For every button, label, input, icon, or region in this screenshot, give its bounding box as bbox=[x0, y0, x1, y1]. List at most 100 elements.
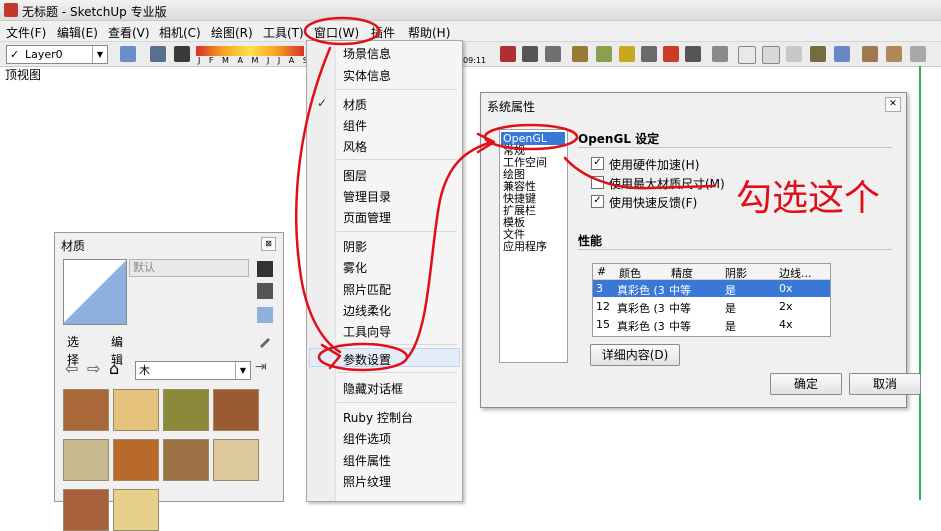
material-swatch[interactable] bbox=[163, 389, 209, 431]
text-icon[interactable] bbox=[641, 46, 657, 62]
material-swatch[interactable] bbox=[113, 489, 159, 531]
menu-item-ruby-console[interactable]: Ruby 控制台 bbox=[343, 409, 413, 426]
material-name-field[interactable]: 默认 bbox=[129, 259, 249, 277]
material-swatch[interactable] bbox=[113, 439, 159, 481]
iso-view-icon[interactable] bbox=[862, 46, 878, 62]
back-arrow-icon[interactable]: ⇦ bbox=[65, 359, 78, 378]
shadow-month-slider[interactable] bbox=[196, 46, 304, 56]
menu-view[interactable]: 查看(V) bbox=[108, 24, 150, 41]
menu-item-hide-dialogs[interactable]: 隐藏对话框 bbox=[343, 380, 403, 397]
shadow-toggle-icon[interactable] bbox=[150, 46, 166, 62]
monochrome-icon[interactable] bbox=[834, 46, 850, 62]
footprints-icon[interactable] bbox=[522, 46, 538, 62]
material-swatch[interactable] bbox=[113, 389, 159, 431]
menu-item-photo-textures[interactable]: 照片纹理 bbox=[343, 473, 391, 490]
menu-item-fog[interactable]: 雾化 bbox=[343, 259, 367, 276]
material-swatch[interactable] bbox=[63, 389, 109, 431]
default-color-icon[interactable] bbox=[257, 307, 273, 323]
measure-icon[interactable] bbox=[596, 46, 612, 62]
cell-color: 真彩色 (3 bbox=[617, 320, 665, 333]
xray-icon[interactable] bbox=[712, 46, 728, 62]
toolbar: ✓ Layer0 ▼ J F M A M J J A S O N D 09:11 bbox=[0, 42, 941, 67]
details-menu-icon[interactable]: ⇥ bbox=[255, 359, 267, 375]
menu-edit[interactable]: 编辑(E) bbox=[57, 24, 98, 41]
max-texture-size-checkbox[interactable] bbox=[591, 176, 604, 189]
menu-item-match-photo[interactable]: 照片匹配 bbox=[343, 281, 391, 298]
wireframe-icon[interactable] bbox=[738, 46, 756, 64]
layer-select[interactable]: ✓ Layer0 ▼ bbox=[6, 45, 108, 64]
table-row[interactable]: 12 真彩色 (3 中等 是 2x bbox=[593, 298, 830, 315]
top-view-icon[interactable] bbox=[886, 46, 902, 62]
menu-item-layers[interactable]: 图层 bbox=[343, 167, 367, 184]
textured-icon[interactable] bbox=[810, 46, 826, 62]
material-swatch[interactable] bbox=[213, 389, 259, 431]
create-material-icon[interactable] bbox=[257, 261, 273, 277]
close-icon[interactable]: ✕ bbox=[885, 97, 901, 112]
green-axis-line bbox=[919, 66, 921, 500]
menu-item-model-info[interactable]: 场景信息 bbox=[343, 45, 391, 62]
hidden-line-icon[interactable] bbox=[762, 46, 780, 64]
menu-item-preferences[interactable]: 参数设置 bbox=[343, 351, 391, 368]
material-swatch[interactable] bbox=[163, 439, 209, 481]
dimension-icon[interactable] bbox=[685, 46, 701, 62]
menu-draw[interactable]: 绘图(R) bbox=[211, 24, 253, 41]
nav-item-applications[interactable]: 应用程序 bbox=[503, 241, 547, 253]
col-header-num[interactable]: # bbox=[597, 265, 606, 278]
material-swatch[interactable] bbox=[213, 439, 259, 481]
menu-item-styles[interactable]: 风格 bbox=[343, 138, 367, 155]
col-header-shadow[interactable]: 阴影 bbox=[725, 265, 747, 281]
details-button[interactable]: 详细内容(D) bbox=[590, 344, 680, 366]
walk-icon[interactable] bbox=[500, 46, 516, 62]
menu-window[interactable]: 窗口(W) bbox=[314, 24, 359, 41]
chevron-down-icon[interactable]: ▼ bbox=[235, 362, 250, 379]
material-swatch[interactable] bbox=[63, 489, 109, 531]
table-row[interactable]: 15 真彩色 (3 中等 是 4x bbox=[593, 316, 830, 333]
fast-feedback-label: 使用快速反馈(F) bbox=[609, 196, 698, 210]
menu-item-components[interactable]: 组件 bbox=[343, 117, 367, 134]
fog-icon[interactable] bbox=[174, 46, 190, 62]
look-around-icon[interactable] bbox=[545, 46, 561, 62]
table-row[interactable]: 3 真彩色 (3 中等 是 0x bbox=[593, 280, 830, 297]
ok-button[interactable]: 确定 bbox=[770, 373, 842, 395]
menu-item-instructor[interactable]: 工具向导 bbox=[343, 323, 391, 340]
menu-item-component-attributes[interactable]: 组件属性 bbox=[343, 452, 391, 469]
sample-paint-icon[interactable] bbox=[257, 333, 273, 349]
menu-item-soften-edges[interactable]: 边线柔化 bbox=[343, 302, 391, 319]
tab-select[interactable]: 选择 bbox=[67, 333, 79, 367]
menu-help[interactable]: 帮助(H) bbox=[408, 24, 450, 41]
menu-item-entity-info[interactable]: 实体信息 bbox=[343, 67, 391, 84]
section-plane-icon[interactable] bbox=[572, 46, 588, 62]
close-icon[interactable]: ⊠ bbox=[261, 237, 276, 251]
fast-feedback-checkbox[interactable]: ✓ bbox=[591, 195, 604, 208]
tab-edit[interactable]: 编辑 bbox=[111, 333, 123, 367]
col-header-edge[interactable]: 边线... bbox=[779, 265, 812, 281]
menu-plugins[interactable]: 插件 bbox=[371, 24, 395, 41]
forward-arrow-icon[interactable]: ⇨ bbox=[87, 359, 100, 378]
menu-item-outliner[interactable]: 管理目录 bbox=[343, 188, 391, 205]
menu-separator bbox=[337, 344, 457, 345]
layer-manager-icon[interactable] bbox=[120, 46, 136, 62]
shaded-icon[interactable] bbox=[786, 46, 802, 62]
menu-tools[interactable]: 工具(T) bbox=[263, 24, 304, 41]
menu-item-materials[interactable]: 材质 bbox=[343, 96, 367, 113]
menu-file[interactable]: 文件(F) bbox=[6, 24, 46, 41]
menu-item-component-options[interactable]: 组件选项 bbox=[343, 430, 391, 447]
home-icon[interactable]: ⌂ bbox=[109, 359, 119, 378]
hardware-acceleration-checkbox[interactable]: ✓ bbox=[591, 157, 604, 170]
menu-separator bbox=[337, 402, 457, 403]
material-category-select[interactable]: 木 ▼ bbox=[135, 361, 251, 380]
cancel-button[interactable]: 取消 bbox=[849, 373, 921, 395]
cell-color: 真彩色 (3 bbox=[617, 302, 665, 315]
material-swatch[interactable] bbox=[63, 439, 109, 481]
menu-camera[interactable]: 相机(C) bbox=[159, 24, 201, 41]
front-view-icon[interactable] bbox=[910, 46, 926, 62]
cell-num: 3 bbox=[596, 282, 603, 295]
menu-item-shadows[interactable]: 阴影 bbox=[343, 238, 367, 255]
chevron-down-icon[interactable]: ▼ bbox=[92, 46, 107, 63]
paint-icon[interactable] bbox=[619, 46, 635, 62]
menu-item-scenes[interactable]: 页面管理 bbox=[343, 209, 391, 226]
col-header-color[interactable]: 颜色 bbox=[619, 265, 641, 281]
axes-icon[interactable] bbox=[663, 46, 679, 62]
col-header-precision[interactable]: 精度 bbox=[671, 265, 693, 281]
paint-bucket-icon[interactable] bbox=[257, 283, 273, 299]
